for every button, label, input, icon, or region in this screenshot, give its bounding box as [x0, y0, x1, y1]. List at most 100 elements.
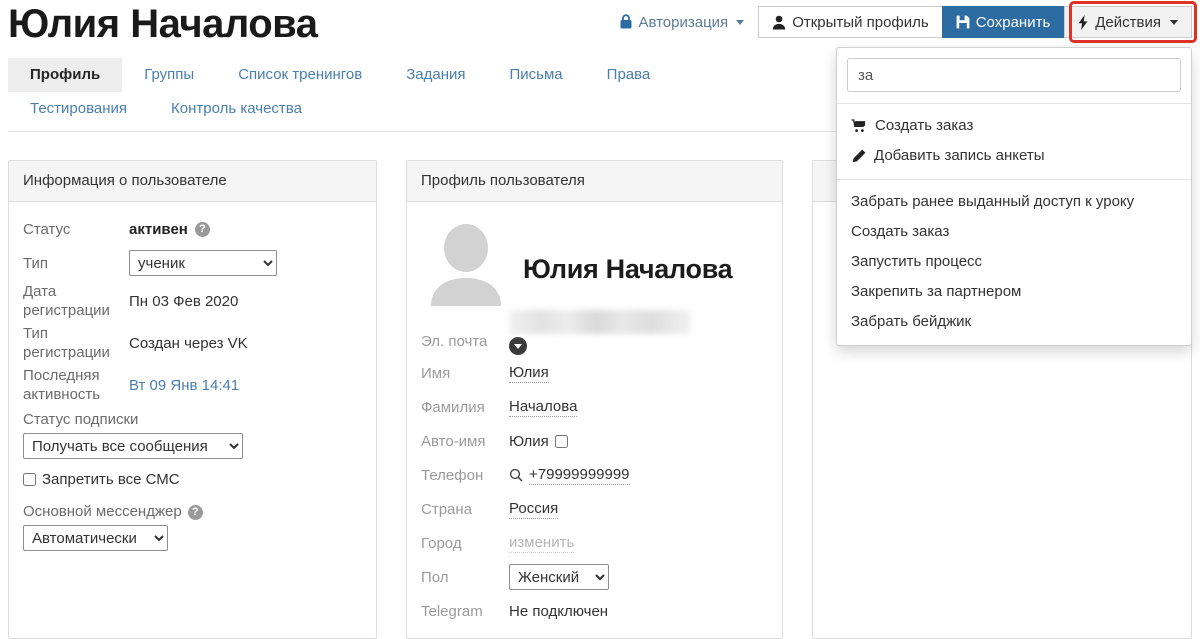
- menu-item-revoke-lesson-access[interactable]: Забрать ранее выданный доступ к уроку: [837, 187, 1191, 217]
- autoname-value-wrap: Юлия: [509, 433, 568, 450]
- actions-top-section: Создать заказ Добавить запись анкеты: [837, 104, 1191, 179]
- primary-messenger-label-wrap: Основной мессенджер ?: [23, 502, 362, 522]
- status-row: Статус активен ?: [23, 214, 362, 244]
- user-icon: [772, 15, 786, 30]
- primary-messenger-select[interactable]: Автоматически: [23, 525, 168, 551]
- header-actions: Авторизация Открытый профиль Сохранить Д…: [619, 6, 1192, 38]
- user-info-panel-body: Статус активен ? Тип ученик Дата регистр…: [9, 202, 376, 565]
- chevron-down-icon: [1170, 19, 1178, 25]
- block-all-sms-row: Запретить все СМС: [23, 471, 362, 488]
- open-profile-label: Открытый профиль: [792, 13, 929, 31]
- type-value-wrap: ученик: [129, 250, 277, 276]
- block-all-sms-label: Запретить все СМС: [42, 471, 180, 488]
- firstname-row: Имя Юлия: [421, 356, 768, 390]
- city-value[interactable]: изменить: [509, 534, 575, 553]
- user-profile-panel: Профиль пользователя Юлия Началова Эл. п…: [406, 160, 783, 639]
- actions-button[interactable]: Действия: [1064, 6, 1192, 38]
- tab-tasks[interactable]: Задания: [384, 58, 487, 92]
- user-info-panel: Информация о пользователе Статус активен…: [8, 160, 377, 639]
- telegram-row: Telegram Не подключен: [421, 594, 768, 628]
- authorization-label: Авторизация: [638, 13, 729, 31]
- last-activity-value[interactable]: Вт 09 Янв 14:41: [129, 377, 239, 394]
- gender-value-wrap: Женский: [509, 564, 609, 590]
- status-value-wrap: активен ?: [129, 221, 210, 238]
- tab-profile[interactable]: Профиль: [8, 58, 123, 92]
- autoname-value: Юлия: [509, 432, 549, 450]
- telegram-label: Telegram: [421, 602, 483, 620]
- open-profile-button[interactable]: Открытый профиль: [758, 6, 942, 38]
- phone-value[interactable]: +79999999999: [529, 466, 630, 485]
- gender-label: Пол: [421, 568, 449, 586]
- actions-search-wrap: [837, 48, 1191, 103]
- header-button-group: Открытый профиль Сохранить Действия: [758, 6, 1192, 38]
- tab-letters[interactable]: Письма: [488, 58, 585, 92]
- shopping-cart-icon: [851, 119, 867, 133]
- email-value-wrap: [509, 310, 691, 355]
- save-label: Сохранить: [975, 13, 1051, 31]
- actions-bottom-section: Забрать ранее выданный доступ к уроку Со…: [837, 180, 1191, 345]
- status-label: Статус: [23, 220, 71, 238]
- lastname-value[interactable]: Началова: [509, 398, 578, 417]
- save-button[interactable]: Сохранить: [941, 6, 1065, 38]
- tab-rights[interactable]: Права: [585, 58, 673, 92]
- gender-row: Пол Женский: [421, 560, 768, 594]
- lightning-bolt-icon: [1078, 14, 1089, 30]
- menu-item-start-process[interactable]: Запустить процесс: [837, 247, 1191, 277]
- email-label: Эл. почта: [421, 333, 488, 350]
- phone-label: Телефон: [421, 466, 484, 484]
- tab-groups[interactable]: Группы: [122, 58, 216, 92]
- city-row: Город изменить: [421, 526, 768, 560]
- help-icon[interactable]: ?: [194, 221, 210, 237]
- registration-date-label: Дата регистрации: [23, 283, 110, 319]
- lastname-value-wrap: Началова: [509, 398, 578, 417]
- registration-date-value: Пн 03 Фев 2020: [129, 292, 239, 310]
- last-activity-label: Последняя активность: [23, 367, 101, 403]
- user-profile-panel-title: Профиль пользователя: [407, 161, 782, 202]
- tab-trainings-list[interactable]: Список тренингов: [216, 58, 384, 92]
- last-activity-row: Последняя активность Вт 09 Янв 14:41: [23, 366, 362, 404]
- email-expand-icon[interactable]: [509, 337, 527, 355]
- subscription-status-select[interactable]: Получать все сообщения: [23, 433, 243, 459]
- registration-type-label: Тип регистрации: [23, 325, 110, 361]
- registration-type-row: Тип регистрации Создан через VK: [23, 324, 362, 362]
- email-redacted-value: [509, 310, 691, 334]
- user-type-select[interactable]: ученик: [129, 250, 277, 276]
- country-value[interactable]: Россия: [509, 500, 559, 519]
- search-icon[interactable]: [509, 468, 523, 482]
- firstname-value[interactable]: Юлия: [509, 364, 549, 383]
- menu-item-add-form-entry[interactable]: Добавить запись анкеты: [837, 141, 1191, 171]
- menu-item-label: Создать заказ: [875, 117, 974, 134]
- gender-select[interactable]: Женский: [509, 564, 609, 590]
- floppy-disk-icon: [956, 15, 970, 29]
- pencil-icon: [851, 149, 866, 164]
- country-row: Страна Россия: [421, 492, 768, 526]
- firstname-label: Имя: [421, 364, 451, 382]
- authorization-dropdown[interactable]: Авторизация: [619, 6, 758, 38]
- email-row: Эл. почта: [421, 310, 768, 356]
- registration-type-value: Создан через VK: [129, 334, 248, 352]
- lock-icon: [619, 14, 633, 30]
- page-title: Юлия Началова: [8, 2, 318, 46]
- tab-quality-control[interactable]: Контроль качества: [149, 92, 324, 126]
- country-value-wrap: Россия: [509, 500, 559, 519]
- registration-date-row: Дата регистрации Пн 03 Фев 2020: [23, 282, 362, 320]
- lastname-label: Фамилия: [421, 398, 485, 416]
- tab-testing[interactable]: Тестирования: [8, 92, 149, 126]
- help-icon[interactable]: ?: [187, 504, 203, 520]
- menu-item-assign-to-partner[interactable]: Закрепить за партнером: [837, 277, 1191, 307]
- menu-item-create-order-2[interactable]: Создать заказ: [837, 217, 1191, 247]
- actions-search-input[interactable]: [847, 58, 1181, 92]
- actions-dropdown-menu: Создать заказ Добавить запись анкеты Заб…: [836, 47, 1192, 346]
- autoname-row: Авто-имя Юлия: [421, 424, 768, 458]
- subscription-status-label: Статус подписки: [23, 411, 139, 428]
- block-all-sms-checkbox[interactable]: [23, 473, 36, 486]
- phone-row: Телефон +79999999999: [421, 458, 768, 492]
- menu-item-revoke-badge[interactable]: Забрать бейджик: [837, 307, 1191, 337]
- primary-messenger-block: Основной мессенджер ? Автоматически: [23, 502, 362, 551]
- type-row: Тип ученик: [23, 248, 362, 278]
- menu-item-create-order[interactable]: Создать заказ: [837, 111, 1191, 141]
- autoname-checkbox[interactable]: [554, 434, 568, 448]
- user-profile-panel-body: Юлия Началова Эл. почта Имя Юлия Фамилия…: [407, 202, 782, 638]
- phone-value-wrap: +79999999999: [509, 466, 630, 485]
- type-label: Тип: [23, 254, 49, 272]
